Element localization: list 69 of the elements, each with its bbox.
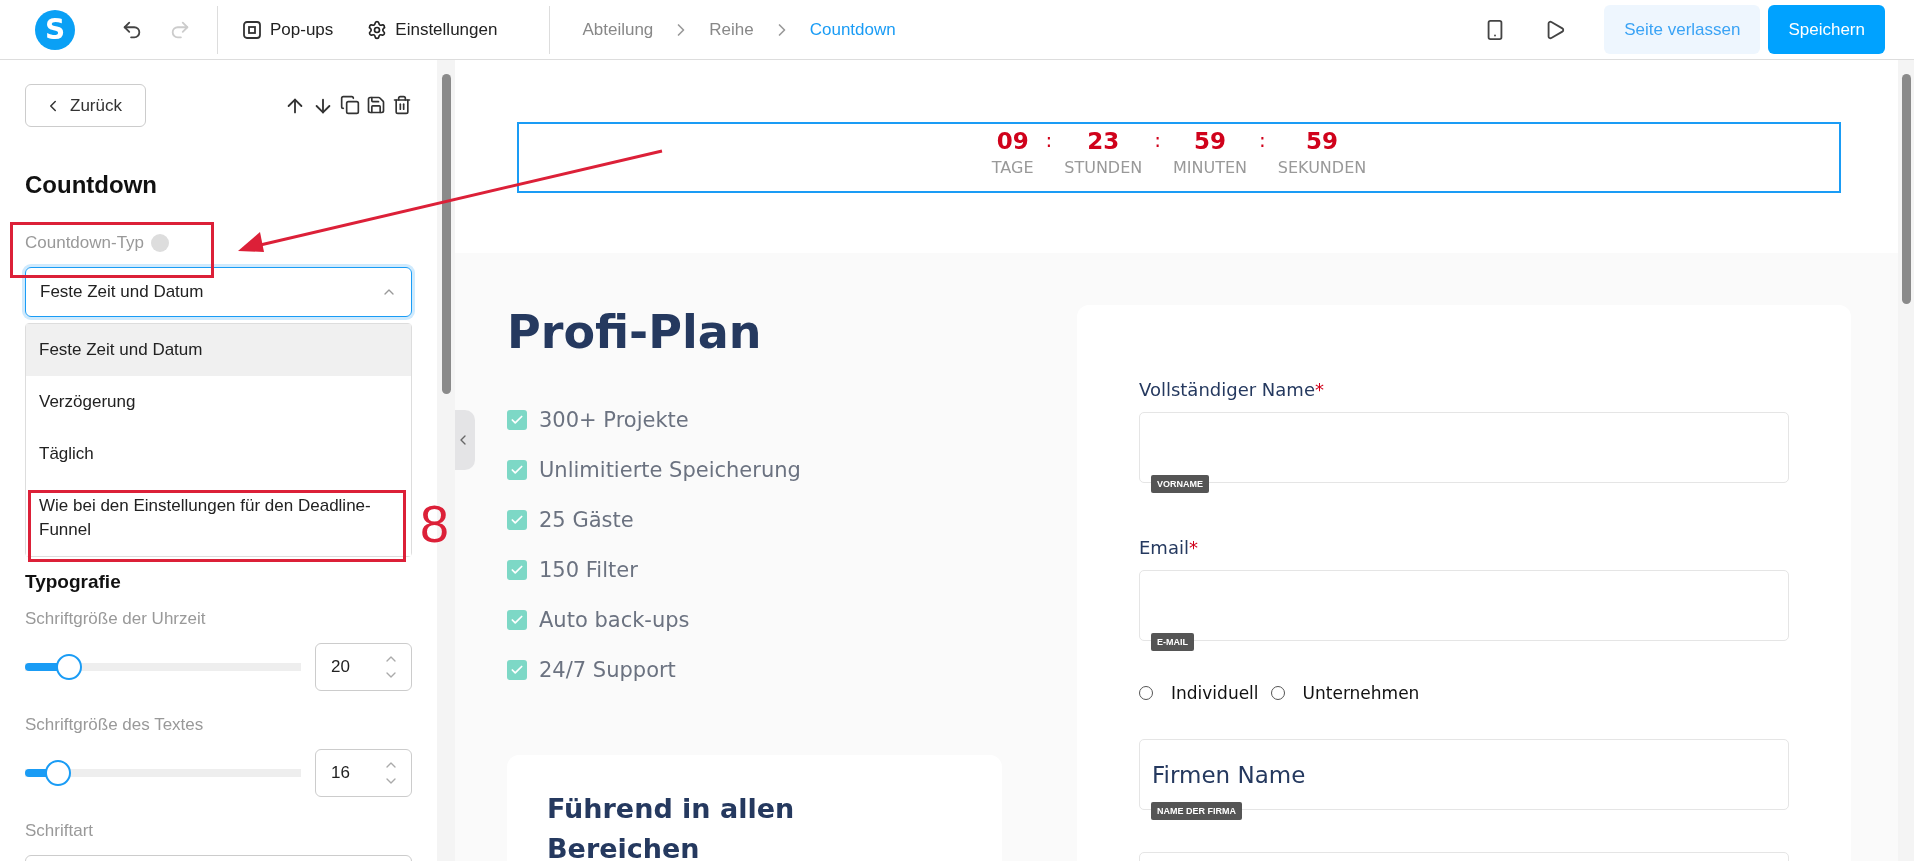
feature-text: Unlimitierte Speicherung: [539, 458, 801, 482]
back-button[interactable]: Zurück: [25, 84, 146, 127]
check-icon: [510, 663, 524, 677]
radio-button[interactable]: [1270, 686, 1285, 700]
field-label: Schriftgröße des Textes: [25, 715, 205, 735]
toolbar-button[interactable]: Pop-ups: [238, 19, 338, 40]
checkbox[interactable]: [507, 510, 527, 530]
countdown-label: TAGE: [991, 158, 1034, 177]
section-title: Typografie: [25, 571, 122, 593]
save-icon[interactable]: [366, 94, 386, 115]
countdown-separator: :: [1154, 128, 1161, 152]
breadcrumb-item[interactable]: Abteilung: [582, 19, 654, 40]
countdown-value: 23: [1087, 128, 1120, 154]
collapse-tab[interactable]: [455, 410, 475, 470]
plan-title: Profi-Plan: [507, 305, 763, 359]
field-label: Countdown-Typ: [25, 233, 145, 253]
field-tag: VORNAME: [1151, 475, 1209, 493]
input-field[interactable]: [1139, 412, 1789, 483]
check-icon: [510, 563, 524, 577]
countdown-separator: :: [1045, 128, 1053, 152]
checkbox[interactable]: [507, 460, 527, 480]
field-label: Schriftart: [25, 821, 95, 841]
field-label: Email*: [1139, 537, 1199, 558]
trash-icon[interactable]: [392, 94, 412, 115]
copy-icon[interactable]: [340, 94, 360, 115]
check-icon: [510, 463, 524, 477]
slider-thumb[interactable]: [45, 760, 72, 786]
scrollbar[interactable]: [1898, 60, 1914, 861]
checkbox[interactable]: [507, 610, 527, 630]
countdown-label: SEKUNDEN: [1277, 158, 1367, 177]
feature-text: Auto back-ups: [539, 608, 690, 632]
countdown-value: 59: [1194, 128, 1227, 154]
countdown-frame[interactable]: 09 TAGE : 23 STUNDEN : 59 MINUTEN : 59 SEKUNDEN: [517, 122, 1841, 193]
dropdown-option[interactable]: Feste Zeit und Datum: [26, 324, 411, 376]
slider-thumb[interactable]: [56, 654, 83, 680]
field-tag: E-MAIL: [1151, 633, 1194, 651]
feature-text: 25 Gäste: [539, 508, 634, 532]
settings-icon: [367, 19, 388, 40]
number-field[interactable]: 16: [315, 749, 412, 797]
countdown-label: MINUTEN: [1173, 158, 1248, 177]
field-label: Schriftgröße der Uhrzeit: [25, 609, 207, 629]
countdown-value: 09: [996, 128, 1029, 154]
checkbox[interactable]: [507, 560, 527, 580]
feature-text: 150 Filter: [539, 558, 638, 582]
input-field[interactable]: [1139, 570, 1789, 641]
breadcrumb-item[interactable]: Reihe: [709, 19, 754, 40]
field-tag: NAME DER FIRMA: [1151, 802, 1242, 820]
check-icon: [510, 613, 524, 627]
radio-label: Unternehmen: [1302, 683, 1420, 703]
countdown-separator: :: [1259, 128, 1266, 152]
card-title: Führend in allen Bereichen: [547, 792, 796, 861]
countdown-value: 59: [1306, 128, 1338, 154]
panel-title: Countdown: [25, 171, 158, 199]
step-number: 8: [420, 494, 449, 554]
check-icon: [510, 413, 524, 427]
feature-text: 300+ Projekte: [539, 408, 689, 432]
checkbox[interactable]: [507, 410, 527, 430]
check-icon: [510, 513, 524, 527]
checkbox[interactable]: [507, 660, 527, 680]
radio-button[interactable]: [1139, 686, 1153, 700]
feature-text: 24/7 Support: [539, 658, 676, 682]
field-label: Vollständiger Name*: [1139, 379, 1325, 400]
countdown-label: STUNDEN: [1064, 158, 1143, 177]
type-select[interactable]: Feste Zeit und Datum: [25, 267, 412, 317]
popup-icon: [242, 19, 262, 40]
toolbar-button[interactable]: Einstellungen: [363, 19, 502, 40]
number-field[interactable]: 20: [315, 643, 412, 691]
placeholder-text: Firmen Name: [1152, 761, 1306, 788]
radio-label: Individuell: [1171, 683, 1259, 703]
